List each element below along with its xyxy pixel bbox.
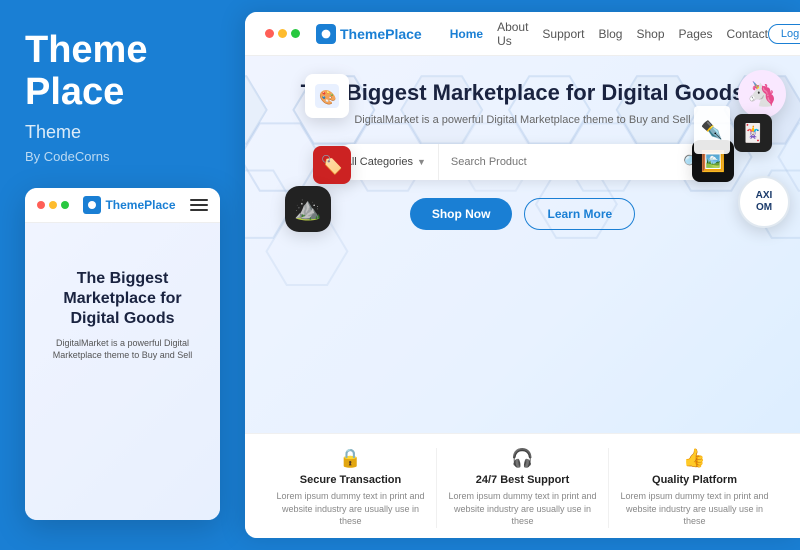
dot-red [37, 201, 45, 209]
mobile-preview: ThemePlace The Biggest Marketplace [25, 188, 220, 520]
shop-now-button[interactable]: Shop Now [410, 198, 513, 230]
float-product-3: 🃏 [734, 114, 772, 152]
sidebar: Theme Place Theme By CodeCorns ThemePlac… [0, 0, 245, 550]
mobile-hero-section: The Biggest Marketplace for Digital Good… [25, 223, 220, 520]
search-category-label: All Categories [345, 156, 413, 168]
mobile-topbar: ThemePlace [25, 188, 220, 223]
svg-text:🎨: 🎨 [319, 88, 336, 106]
float-product-6: ⛰️ [285, 186, 331, 232]
feature-secure-title: Secure Transaction [300, 474, 402, 486]
feature-quality-desc: Lorem ipsum dummy text in print and webs… [617, 490, 772, 528]
dot-green [61, 201, 69, 209]
lock-icon: 🔒 [339, 448, 361, 469]
thumbsup-icon: 👍 [683, 448, 705, 469]
hamburger-line-1 [190, 199, 208, 201]
feature-support: 🎧 24/7 Best Support Lorem ipsum dummy te… [437, 448, 609, 528]
nav-links: Home About Us Support Blog Shop Pages Co… [450, 20, 768, 48]
feature-secure: 🔒 Secure Transaction Lorem ipsum dummy t… [265, 448, 437, 528]
nav-dot-yellow [278, 29, 287, 38]
chevron-down-icon: ▼ [417, 157, 426, 167]
hero-subtitle: DigitalMarket is a powerful Digital Mark… [354, 114, 690, 126]
mobile-hamburger-icon[interactable] [190, 199, 208, 211]
nav-link-blog[interactable]: Blog [598, 27, 622, 41]
feature-support-desc: Lorem ipsum dummy text in print and webs… [445, 490, 600, 528]
login-button[interactable]: Login [768, 24, 800, 44]
hero-title: The Biggest Marketplace for Digital Good… [301, 80, 745, 106]
float-product-4: AXIOM [738, 176, 790, 228]
nav-logo-icon [316, 24, 336, 44]
nav-link-pages[interactable]: Pages [679, 27, 713, 41]
mobile-logo-text: ThemePlace [105, 198, 175, 212]
float-product-1: 🎨 [305, 74, 349, 118]
nav-link-home[interactable]: Home [450, 27, 483, 41]
mobile-logo-icon [83, 196, 101, 214]
mobile-logo: ThemePlace [83, 196, 175, 214]
search-input[interactable] [439, 156, 671, 168]
nav-dot-red [265, 29, 274, 38]
float-product-8: ✒️ [694, 106, 730, 154]
feature-secure-desc: Lorem ipsum dummy text in print and webs… [273, 490, 428, 528]
cta-buttons: Shop Now Learn More [410, 198, 635, 230]
feature-quality-title: Quality Platform [652, 474, 737, 486]
mobile-hero-desc: DigitalMarket is a powerful Digital Mark… [39, 337, 206, 362]
nav-actions: Login 🛒 0 [768, 23, 800, 44]
nav-logo-text: ThemePlace [340, 26, 422, 42]
main-content: ThemePlace Home About Us Support Blog Sh… [245, 12, 800, 538]
nav-link-contact[interactable]: Contact [727, 27, 768, 41]
float-product-2: 🦄 [738, 70, 786, 118]
hamburger-line-3 [190, 209, 208, 211]
nav-window-dots [265, 29, 300, 38]
learn-more-button[interactable]: Learn More [524, 198, 635, 230]
feature-quality: 👍 Quality Platform Lorem ipsum dummy tex… [609, 448, 780, 528]
dot-yellow [49, 201, 57, 209]
nav-dot-green [291, 29, 300, 38]
nav-link-about[interactable]: About Us [497, 20, 528, 48]
nav-link-shop[interactable]: Shop [636, 27, 664, 41]
hamburger-line-2 [190, 204, 208, 206]
nav-logo[interactable]: ThemePlace [316, 24, 422, 44]
mobile-window-dots [37, 201, 69, 209]
headset-icon: 🎧 [511, 448, 533, 469]
mobile-hero-title: The Biggest Marketplace for Digital Good… [39, 269, 206, 329]
search-bar: All Categories ▼ 🔍 [333, 144, 713, 180]
hero-section: The Biggest Marketplace for Digital Good… [245, 56, 800, 433]
feature-support-title: 24/7 Best Support [476, 474, 570, 486]
desktop-nav: ThemePlace Home About Us Support Blog Sh… [245, 12, 800, 56]
nav-link-support[interactable]: Support [542, 27, 584, 41]
features-row: 🔒 Secure Transaction Lorem ipsum dummy t… [245, 433, 800, 538]
float-product-5: 🏷️ [313, 146, 351, 184]
